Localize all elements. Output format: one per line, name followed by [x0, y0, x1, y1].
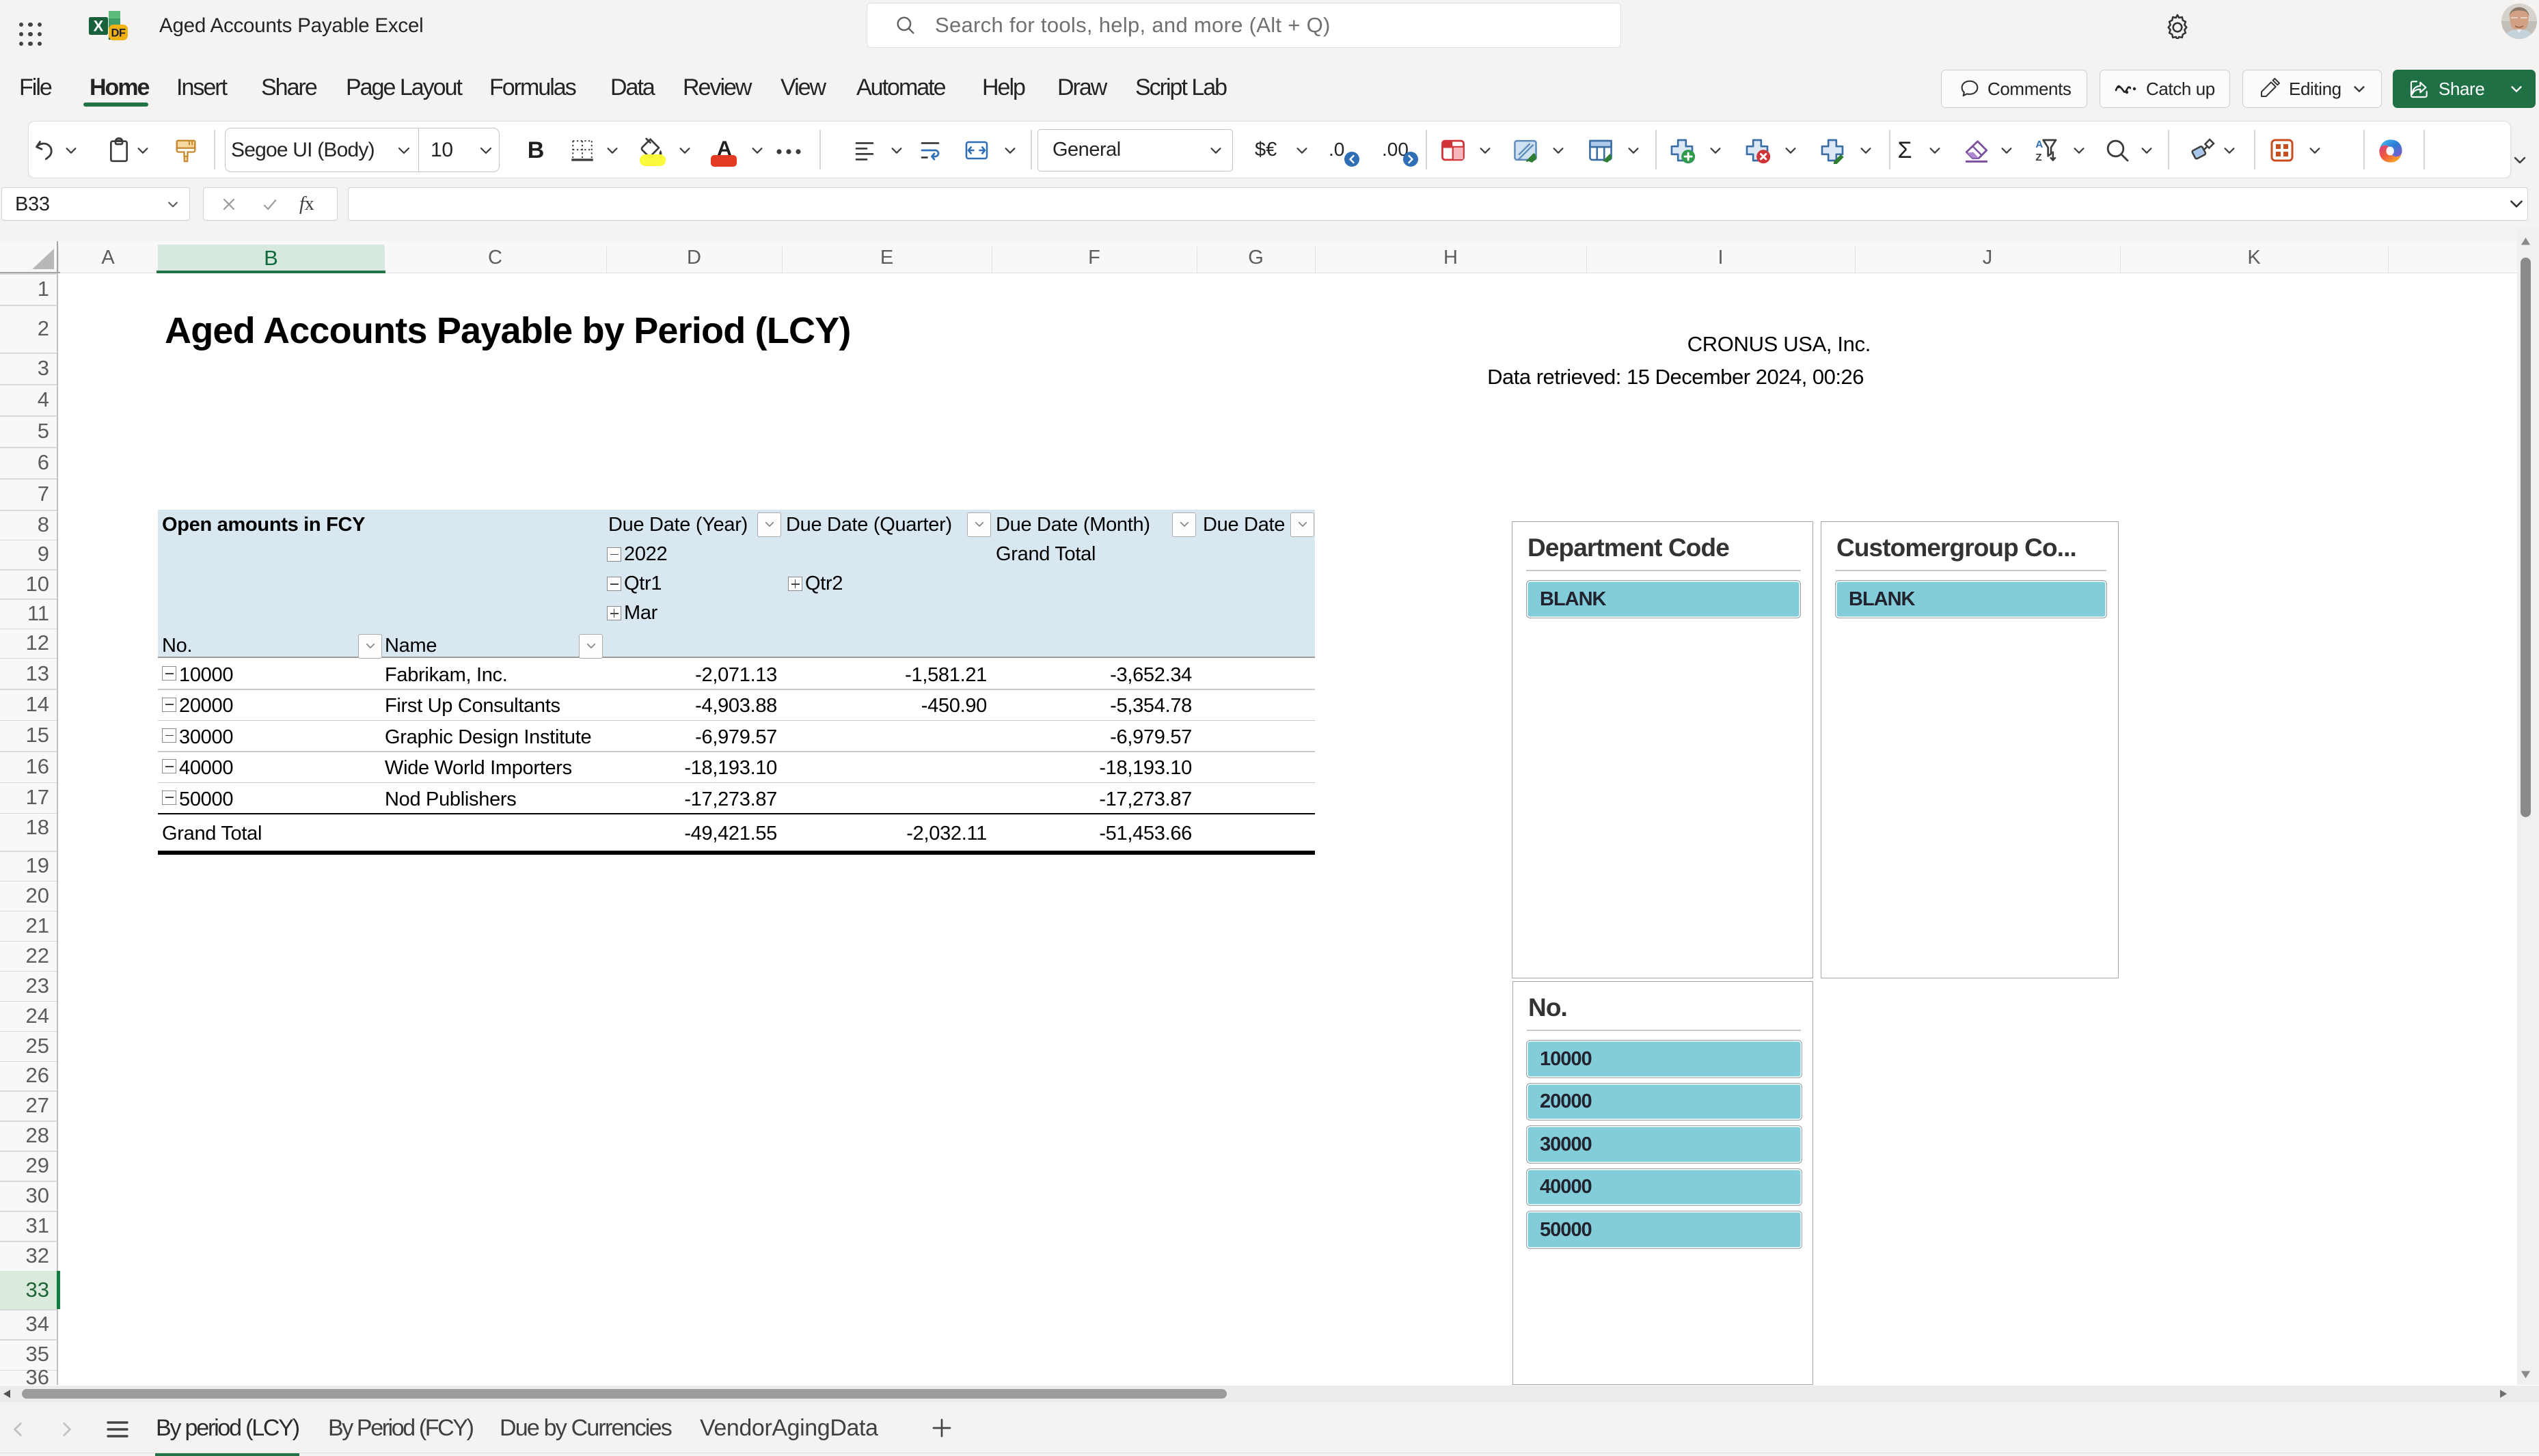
svg-text:X: X — [94, 18, 104, 35]
svg-text:Z: Z — [2035, 152, 2041, 163]
svg-text:A: A — [2035, 139, 2043, 150]
svg-text:DF: DF — [111, 27, 126, 40]
